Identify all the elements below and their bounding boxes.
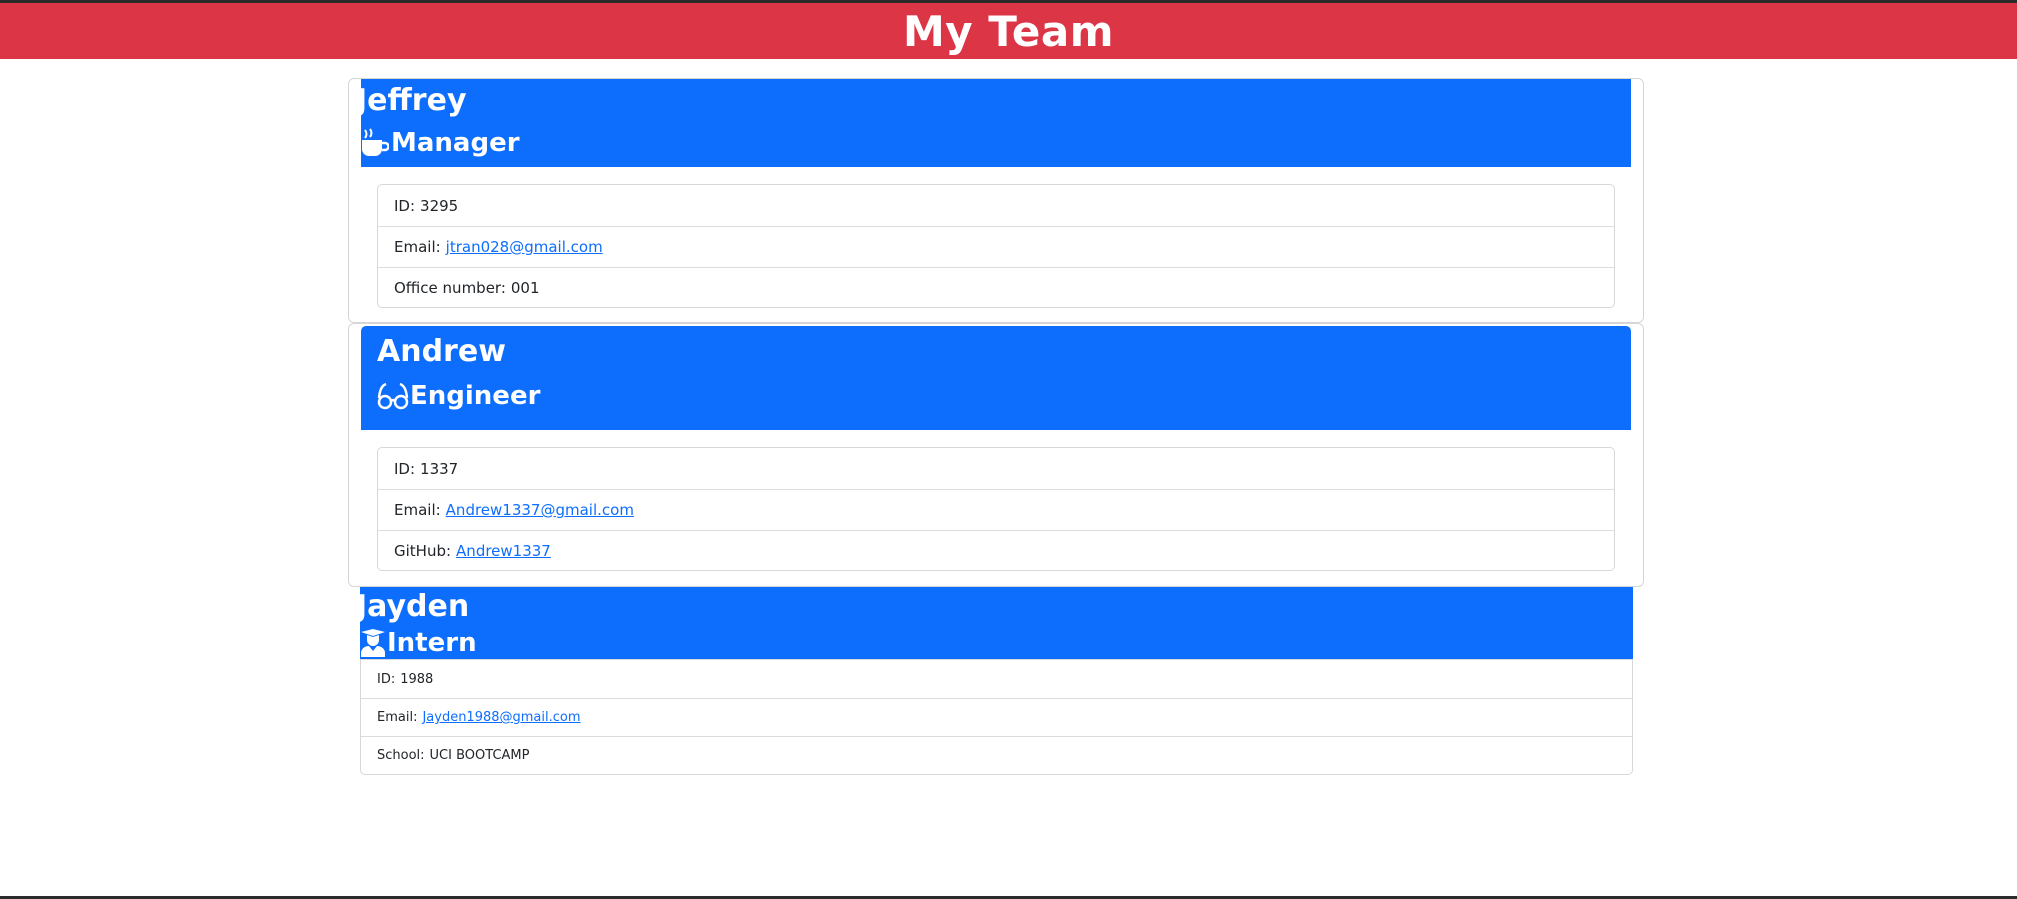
email-link[interactable]: Andrew1337@gmail.com	[446, 501, 634, 519]
glasses-icon	[377, 382, 409, 410]
office-number-label: Office number:	[394, 279, 506, 297]
github-label: GitHub:	[394, 542, 452, 560]
list-item-id: ID: 1337	[378, 448, 1614, 489]
email-label: Email:	[394, 238, 441, 256]
school-label: School:	[377, 748, 425, 763]
role-label: Intern	[387, 628, 477, 658]
email-label: Email:	[377, 710, 418, 725]
employee-details: ID: 1337 Email: Andrew1337@gmail.com Git…	[377, 447, 1615, 571]
id-value: 3295	[420, 196, 459, 215]
list-item-email: Email: Andrew1337@gmail.com	[378, 489, 1614, 530]
list-item-id: ID: 1988	[361, 660, 1632, 698]
graduate-icon	[360, 629, 386, 657]
card-header: Jeffrey Manager	[356, 79, 1631, 167]
list-item-id: ID: 3295	[378, 185, 1614, 226]
employee-role: Manager	[361, 125, 520, 161]
employee-card-intern: Jayden Intern ID: 1988 Email: Jayden1988…	[356, 587, 1633, 775]
email-link[interactable]: Jayden1988@gmail.com	[422, 710, 580, 725]
list-item-office-number: Office number: 001	[378, 267, 1614, 308]
list-item-school: School: UCI BOOTCAMP	[361, 736, 1632, 774]
employee-details: ID: 1988 Email: Jayden1988@gmail.com Sch…	[360, 659, 1633, 775]
role-label: Manager	[391, 128, 520, 158]
id-value: 1337	[420, 459, 459, 478]
mug-icon	[361, 128, 389, 158]
card-header: Andrew Engineer	[361, 326, 1631, 430]
employee-name: Jeffrey	[356, 83, 467, 118]
employee-name: Jayden	[356, 589, 470, 624]
employee-details: ID: 3295 Email: jtran028@gmail.com Offic…	[377, 184, 1615, 308]
card-header: Jayden Intern	[356, 587, 1633, 659]
employee-role: Intern	[360, 627, 477, 659]
email-label: Email:	[394, 501, 441, 519]
office-number-value: 001	[510, 279, 540, 297]
school-value: UCI BOOTCAMP	[429, 748, 530, 763]
employee-card-manager: Jeffrey Manager ID: 3295 Email: jtran028…	[348, 78, 1644, 323]
employee-card-engineer: Andrew Engineer ID: 1337 Email: Andrew13…	[348, 323, 1644, 587]
employee-name: Andrew	[377, 334, 506, 369]
list-item-email: Email: Jayden1988@gmail.com	[361, 698, 1632, 736]
id-label: ID:	[394, 459, 416, 478]
id-label: ID:	[377, 671, 396, 687]
role-label: Engineer	[410, 381, 541, 411]
id-value: 1988	[400, 671, 434, 687]
page-title: My Team	[903, 6, 1114, 56]
id-label: ID:	[394, 196, 416, 215]
page-banner: My Team	[0, 3, 2017, 59]
list-item-email: Email: jtran028@gmail.com	[378, 226, 1614, 267]
employee-role: Engineer	[377, 378, 540, 414]
email-link[interactable]: jtran028@gmail.com	[446, 238, 603, 256]
github-link[interactable]: Andrew1337	[456, 542, 551, 560]
list-item-github: GitHub: Andrew1337	[378, 530, 1614, 571]
